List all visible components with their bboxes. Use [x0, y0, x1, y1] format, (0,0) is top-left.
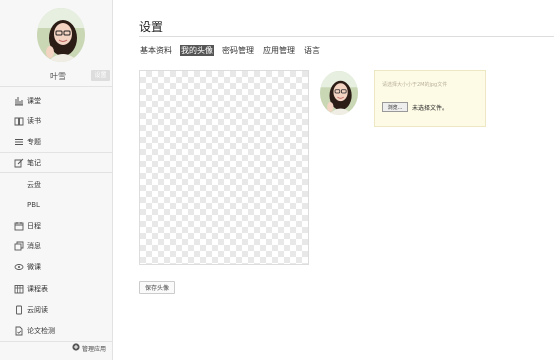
sidebar-item-pbl[interactable]: PBL	[0, 196, 112, 214]
sidebar-item-label: PBL	[27, 201, 40, 209]
note-edit-icon	[14, 158, 24, 168]
sidebar-item-label: 专题	[27, 138, 41, 146]
phone-icon	[14, 305, 24, 315]
sidebar-item-label: 微课	[27, 263, 41, 271]
sidebar: 叶雪 设置 课堂 读书 专题 笔记 云盘 PBL 日程 消息 微课 课程表 云阅…	[0, 0, 113, 360]
sidebar-item-classroom[interactable]: 课堂	[0, 92, 112, 110]
main-content: 设置 基本资料 我的头像 密码管理 应用管理 语言 请选择大小小于2M的jpg文…	[113, 0, 554, 360]
sidebar-divider	[0, 172, 112, 173]
eye-icon	[14, 262, 24, 272]
sidebar-item-timetable[interactable]: 课程表	[0, 280, 112, 298]
document-check-icon	[14, 326, 24, 336]
browse-file-button[interactable]: 浏览...	[382, 102, 408, 112]
sidebar-item-cloud-reading[interactable]: 云阅读	[0, 301, 112, 319]
tab-language[interactable]: 语言	[303, 45, 321, 56]
tab-basic-info[interactable]: 基本资料	[139, 45, 173, 56]
manage-apps-button[interactable]: 管理应用	[72, 343, 106, 353]
book-icon	[14, 116, 24, 126]
sidebar-item-schedule[interactable]: 日程	[0, 217, 112, 235]
list-icon	[14, 137, 24, 147]
sidebar-item-topics[interactable]: 专题	[0, 133, 112, 151]
sidebar-item-label: 读书	[27, 117, 41, 125]
sidebar-item-notes[interactable]: 笔记	[0, 154, 112, 172]
sidebar-item-label: 论文检测	[27, 327, 55, 335]
sidebar-item-messages[interactable]: 消息	[0, 237, 112, 255]
plus-circle-icon	[72, 343, 80, 353]
page-title: 设置	[139, 20, 164, 34]
title-divider	[139, 36, 554, 37]
sidebar-divider	[0, 341, 112, 342]
sidebar-item-micro-lessons[interactable]: 微课	[0, 258, 112, 276]
avatar-crop-canvas[interactable]	[139, 70, 309, 265]
sidebar-divider	[0, 86, 112, 87]
bar-chart-icon	[14, 96, 24, 106]
sidebar-item-label: 课程表	[27, 285, 48, 293]
sidebar-item-label: 云阅读	[27, 306, 48, 314]
message-icon	[14, 241, 24, 251]
settings-tabs: 基本资料 我的头像 密码管理 应用管理 语言	[139, 45, 321, 56]
upload-hint: 请选择大小小于2M的jpg文件	[382, 82, 448, 88]
sidebar-item-cloud-disk[interactable]: 云盘	[0, 176, 112, 194]
manage-apps-label: 管理应用	[82, 345, 107, 353]
profile-avatar[interactable]	[37, 8, 85, 62]
tab-my-avatar[interactable]: 我的头像	[180, 45, 214, 56]
sidebar-item-label: 日程	[27, 222, 41, 230]
tab-app-management[interactable]: 应用管理	[262, 45, 296, 56]
sidebar-item-reading[interactable]: 读书	[0, 112, 112, 130]
selected-file-status: 未选择文件。	[412, 105, 449, 112]
save-avatar-button[interactable]: 保存头像	[139, 281, 175, 294]
sidebar-item-label: 消息	[27, 242, 41, 250]
upload-panel: 请选择大小小于2M的jpg文件 浏览... 未选择文件。	[374, 70, 486, 127]
sidebar-item-paper-check[interactable]: 论文检测	[0, 322, 112, 340]
tab-password[interactable]: 密码管理	[221, 45, 255, 56]
avatar-preview	[320, 71, 358, 115]
calendar-icon	[14, 221, 24, 231]
sidebar-divider	[0, 152, 112, 153]
sidebar-item-label: 笔记	[27, 159, 41, 167]
timetable-icon	[14, 284, 24, 294]
sidebar-item-label: 课堂	[27, 97, 41, 105]
username: 叶雪	[50, 72, 66, 81]
settings-link[interactable]: 设置	[91, 70, 110, 81]
sidebar-item-label: 云盘	[27, 181, 41, 189]
